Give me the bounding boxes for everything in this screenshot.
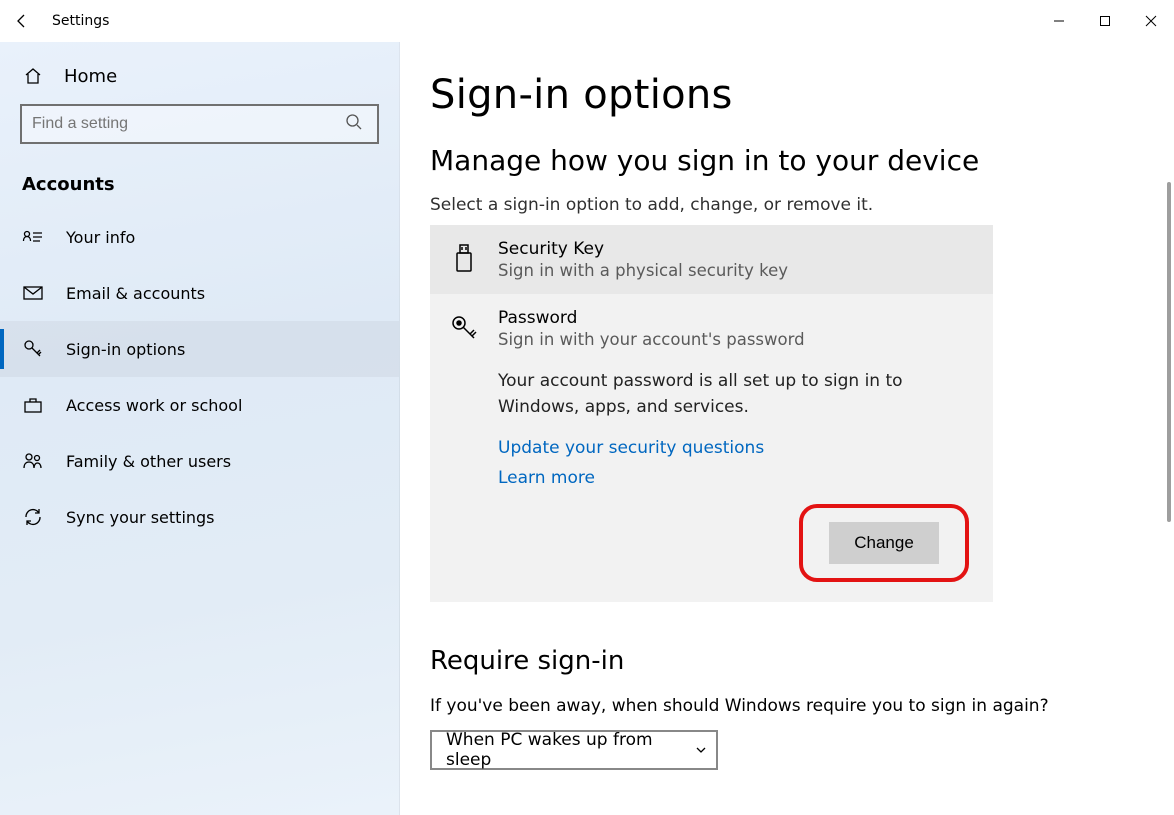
key-icon <box>448 310 480 346</box>
learn-more-link[interactable]: Learn more <box>498 468 975 488</box>
minimize-button[interactable] <box>1036 0 1082 42</box>
people-icon <box>22 450 44 472</box>
option-title: Password <box>498 308 805 328</box>
person-card-icon <box>22 226 44 248</box>
option-title: Security Key <box>498 239 788 259</box>
require-sign-in-heading: Require sign-in <box>430 646 1144 676</box>
sidebar-item-label: Family & other users <box>66 452 231 471</box>
search-input[interactable] <box>32 115 341 133</box>
sidebar-item-sync-settings[interactable]: Sync your settings <box>0 489 399 545</box>
key-icon <box>22 338 44 360</box>
search-box[interactable] <box>20 104 379 144</box>
close-button[interactable] <box>1128 0 1174 42</box>
sidebar-item-access-work-school[interactable]: Access work or school <box>0 377 399 433</box>
password-detail-text: Your account password is all set up to s… <box>498 369 975 420</box>
category-label: Accounts <box>0 160 399 209</box>
sidebar-home[interactable]: Home <box>0 48 399 104</box>
sidebar-item-label: Email & accounts <box>66 284 205 303</box>
section-sub: Select a sign-in option to add, change, … <box>430 195 1144 215</box>
titlebar: Settings <box>0 0 1174 42</box>
option-password-expanded: Your account password is all set up to s… <box>430 363 993 602</box>
option-password[interactable]: Password Sign in with your account's pas… <box>430 294 993 363</box>
back-button[interactable] <box>0 13 44 29</box>
home-icon <box>22 65 44 87</box>
change-button[interactable]: Change <box>829 522 939 564</box>
dropdown-selected-label: When PC wakes up from sleep <box>446 730 684 770</box>
maximize-button[interactable] <box>1082 0 1128 42</box>
vertical-scrollbar[interactable] <box>1158 42 1172 815</box>
sidebar-item-your-info[interactable]: Your info <box>0 209 399 265</box>
sidebar: Home Accounts Your info <box>0 42 400 815</box>
section-heading: Manage how you sign in to your device <box>430 144 1144 177</box>
require-sign-in-dropdown[interactable]: When PC wakes up from sleep <box>430 730 718 770</box>
sidebar-item-label: Sync your settings <box>66 508 215 527</box>
option-desc: Sign in with your account's password <box>498 330 805 349</box>
sync-icon <box>22 506 44 528</box>
search-icon <box>341 113 367 135</box>
window-buttons <box>1036 0 1174 42</box>
home-label: Home <box>64 66 117 87</box>
app-title: Settings <box>52 13 109 29</box>
chevron-down-icon <box>694 743 708 757</box>
option-desc: Sign in with a physical security key <box>498 261 788 280</box>
require-sign-in-question: If you've been away, when should Windows… <box>430 696 1144 716</box>
sidebar-item-email-accounts[interactable]: Email & accounts <box>0 265 399 321</box>
sidebar-item-label: Your info <box>66 228 135 247</box>
option-security-key[interactable]: Security Key Sign in with a physical sec… <box>430 225 993 294</box>
sidebar-item-label: Access work or school <box>66 396 242 415</box>
page-title: Sign-in options <box>430 72 1144 118</box>
main-content: Sign-in options Manage how you sign in t… <box>400 42 1174 815</box>
update-security-questions-link[interactable]: Update your security questions <box>498 438 975 458</box>
sidebar-item-label: Sign-in options <box>66 340 185 359</box>
sign-in-options-list: Security Key Sign in with a physical sec… <box>430 225 993 602</box>
mail-icon <box>22 282 44 304</box>
briefcase-icon <box>22 394 44 416</box>
scrollbar-thumb[interactable] <box>1167 182 1171 522</box>
sidebar-item-sign-in-options[interactable]: Sign-in options <box>0 321 399 377</box>
sidebar-item-family-other-users[interactable]: Family & other users <box>0 433 399 489</box>
usb-key-icon <box>448 241 480 277</box>
highlight-annotation: Change <box>799 504 969 582</box>
settings-window: Settings Home <box>0 0 1174 815</box>
